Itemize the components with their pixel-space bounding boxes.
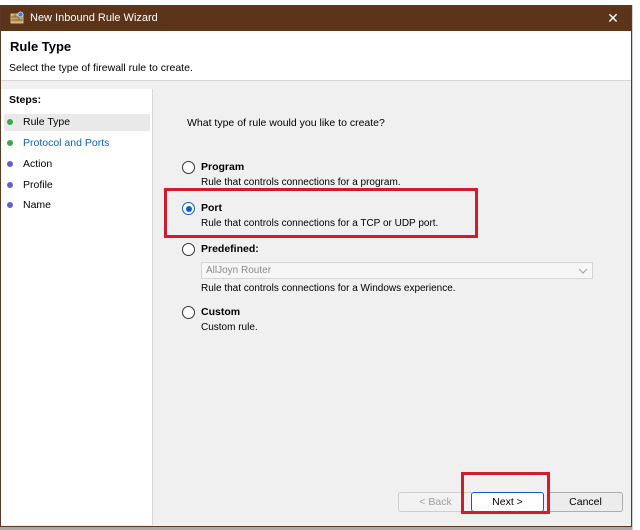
step-label: Rule Type xyxy=(23,116,71,128)
back-button[interactable]: < Back xyxy=(398,492,473,512)
next-button[interactable]: Next > xyxy=(471,492,544,512)
rule-type-question: What type of rule would you like to crea… xyxy=(187,117,385,129)
option-description: Custom rule. xyxy=(201,322,258,333)
wizard-window: New Inbound Rule Wizard ✕ Rule Type Sele… xyxy=(0,5,632,527)
background-window-edge xyxy=(632,5,640,530)
firewall-icon xyxy=(10,11,24,24)
cancel-button[interactable]: Cancel xyxy=(548,492,623,512)
step-status-icon xyxy=(7,140,13,146)
step-status-icon xyxy=(7,202,13,208)
step-profile: Profile xyxy=(4,177,150,194)
option-description: Rule that controls connections for a Win… xyxy=(201,283,456,294)
step-action: Action xyxy=(4,156,150,173)
window-title: New Inbound Rule Wizard xyxy=(30,12,158,24)
step-status-icon xyxy=(7,161,13,167)
main-content: What type of rule would you like to crea… xyxy=(154,89,631,525)
step-protocol-and-ports[interactable]: Protocol and Ports xyxy=(4,135,150,152)
step-name: Name xyxy=(4,197,150,214)
predefined-dropdown[interactable]: AllJoyn Router xyxy=(201,262,593,279)
steps-heading: Steps: xyxy=(9,94,42,106)
step-status-icon xyxy=(7,182,13,188)
option-label: Port xyxy=(201,202,222,214)
step-rule-type[interactable]: Rule Type xyxy=(4,114,150,131)
step-label: Name xyxy=(23,199,52,211)
predefined-radio[interactable] xyxy=(182,243,195,256)
step-label: Action xyxy=(23,158,53,170)
option-label: Program xyxy=(201,161,245,173)
step-label: Profile xyxy=(23,179,53,191)
custom-radio[interactable] xyxy=(182,306,195,319)
step-label: Protocol and Ports xyxy=(23,137,110,149)
chevron-down-icon xyxy=(578,268,588,274)
wizard-header: Rule Type Select the type of firewall ru… xyxy=(1,31,631,81)
option-label: Custom xyxy=(201,306,241,318)
program-radio[interactable] xyxy=(182,161,195,174)
close-icon[interactable]: ✕ xyxy=(601,9,625,27)
page-subtitle: Select the type of firewall rule to crea… xyxy=(9,62,193,74)
title-bar: New Inbound Rule Wizard ✕ xyxy=(1,6,631,31)
option-description: Rule that controls connections for a pro… xyxy=(201,177,401,188)
step-status-icon xyxy=(7,119,13,125)
option-label: Predefined: xyxy=(201,243,259,255)
option-description: Rule that controls connections for a TCP… xyxy=(201,218,439,229)
predefined-selected-value: AllJoyn Router xyxy=(206,265,272,276)
page-title: Rule Type xyxy=(10,39,72,54)
steps-panel: Steps: Rule Type Protocol and Ports Acti… xyxy=(1,89,153,525)
port-radio[interactable] xyxy=(182,202,195,215)
